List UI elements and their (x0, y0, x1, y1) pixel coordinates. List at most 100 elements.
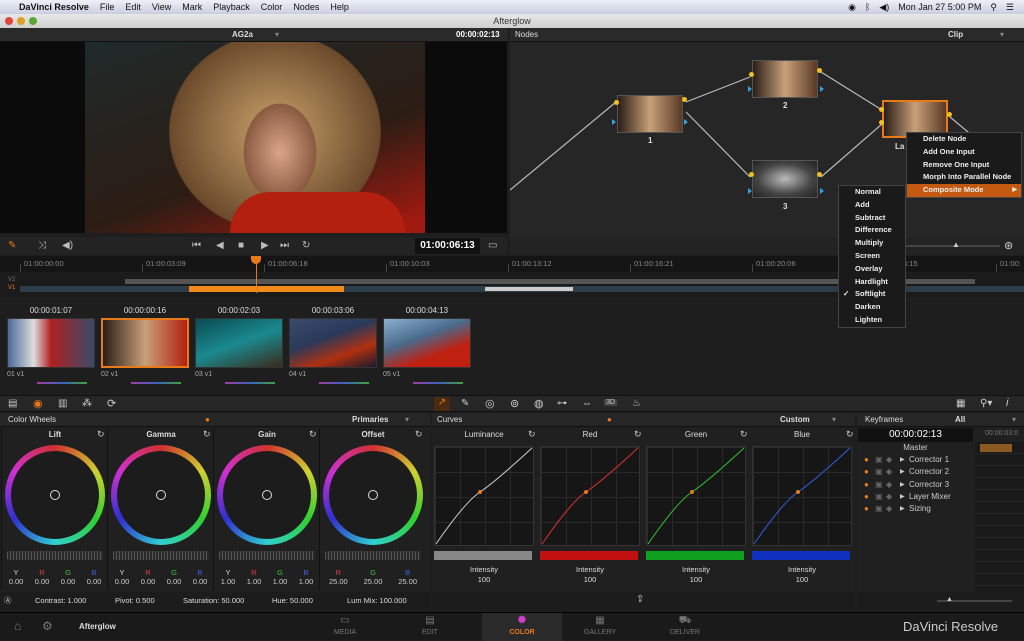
keyframe-row[interactable]: ● ▣ ◆ ▶ Sizing (858, 503, 973, 515)
chevron-down-icon[interactable]: ▾ (1012, 413, 1016, 427)
reset-icon[interactable]: ↻ (740, 429, 748, 440)
wheel-value-b[interactable]: B 0.00 (193, 568, 208, 586)
lock-icon[interactable]: ▣ (875, 479, 883, 491)
composite-mode-item[interactable]: ✓ Softlight (839, 288, 905, 301)
curve-control-point[interactable] (796, 490, 800, 494)
minimize-button[interactable] (17, 17, 25, 25)
composite-mode-item[interactable]: Darken (839, 301, 905, 314)
keyframe-track-area[interactable] (975, 442, 1024, 592)
lock-icon[interactable]: ▣ (875, 503, 883, 515)
curves-icon[interactable]: ↗ (434, 397, 450, 411)
page-indicator-icon[interactable]: ● (205, 413, 210, 427)
wheel-value-r[interactable]: R 0.00 (141, 568, 156, 586)
keyframe-row[interactable]: ● ▣ ◆ ▶ Corrector 1 (858, 454, 973, 466)
chevron-down-icon[interactable]: ▾ (1000, 28, 1004, 42)
pivot-value[interactable]: Pivot: 0.500 (115, 592, 155, 610)
master-wheel-offset[interactable] (325, 551, 421, 560)
composite-mode-item[interactable]: Multiply (839, 237, 905, 250)
node-input[interactable] (749, 72, 754, 77)
wheel-value-g[interactable]: G 1.00 (273, 568, 288, 586)
keyframe-master-row[interactable]: Master (858, 442, 973, 454)
node-zoom-slider[interactable] (900, 245, 1000, 247)
diamond-icon[interactable]: ◆ (886, 503, 892, 515)
master-wheel-gamma[interactable] (113, 551, 209, 560)
chevron-down-icon[interactable]: ▾ (832, 413, 836, 427)
rgb-mixer-icon[interactable]: ▥ (58, 398, 67, 409)
curve-editor-luminance[interactable] (434, 446, 534, 546)
intensity-value[interactable]: 100 (538, 575, 642, 585)
composite-mode-item[interactable]: Hardlight (839, 276, 905, 289)
volume-icon[interactable]: ◀) (62, 237, 73, 255)
keyframe-dot-icon[interactable]: ● (864, 454, 869, 466)
app-menu[interactable]: DaVinci Resolve (19, 2, 89, 12)
composite-mode-item[interactable]: Lighten (839, 314, 905, 327)
intensity-slider[interactable] (646, 551, 744, 560)
curve-control-point[interactable] (478, 490, 482, 494)
node-output[interactable] (817, 172, 822, 177)
curve-control-point[interactable] (584, 490, 588, 494)
keyframe-row[interactable]: ● ▣ ◆ ▶ Layer Mixer (858, 491, 973, 503)
node-key-input[interactable] (748, 86, 752, 92)
node-mode-dropdown[interactable]: Clip (948, 28, 963, 42)
composite-mode-item[interactable]: Difference (839, 224, 905, 237)
color-wheel-gamma[interactable] (111, 445, 211, 545)
key-icon[interactable]: ⊶ (557, 398, 567, 409)
spotlight-icon[interactable]: ⚲ (990, 2, 997, 13)
composite-mode-item[interactable]: Screen (839, 250, 905, 263)
zoom-button[interactable] (29, 17, 37, 25)
master-wheel-lift[interactable] (7, 551, 103, 560)
keyframe-row[interactable]: ● ▣ ◆ ▶ Corrector 2 (858, 466, 973, 478)
contrast-value[interactable]: Contrast: 1.000 (35, 592, 86, 610)
settings-gear-icon[interactable]: ⚙ (42, 619, 53, 633)
wheel-value-b[interactable]: B 25.00 (398, 568, 417, 586)
diamond-icon[interactable]: ◆ (886, 479, 892, 491)
play-button[interactable]: ▶ (261, 237, 269, 255)
color-wheel-lift[interactable] (5, 445, 105, 545)
auto-balance-icon[interactable]: Ⓐ (4, 592, 12, 610)
wheel-value-y[interactable]: Y 0.00 (115, 568, 130, 586)
wheel-crosshair[interactable] (368, 490, 378, 500)
color-wheel-gain[interactable] (217, 445, 317, 545)
lock-icon[interactable]: ▣ (875, 466, 883, 478)
reset-icon[interactable]: ↻ (309, 429, 317, 440)
curve-editor-red[interactable] (540, 446, 640, 546)
node-output[interactable] (947, 112, 952, 117)
selected-clip-bar[interactable] (189, 286, 344, 292)
keyframes-filter-dropdown[interactable]: All (955, 413, 965, 427)
node-input[interactable] (879, 120, 884, 125)
diamond-icon[interactable]: ◆ (886, 491, 892, 503)
node-input[interactable] (749, 172, 754, 177)
keyframe-dot-icon[interactable]: ● (864, 466, 869, 478)
motion-icon[interactable]: ⁂ (82, 398, 92, 409)
keyframe-dot-icon[interactable]: ● (864, 491, 869, 503)
intensity-slider[interactable] (752, 551, 850, 560)
page-tab-gallery[interactable]: ▦ GALLERY (570, 613, 630, 641)
lock-icon[interactable]: ▣ (875, 491, 883, 503)
intensity-slider[interactable] (540, 551, 638, 560)
master-wheel-gain[interactable] (219, 551, 315, 560)
wifi-icon[interactable]: ◉ (848, 2, 856, 13)
wheel-value-r[interactable]: R 1.00 (247, 568, 262, 586)
clip-bar[interactable] (485, 287, 573, 291)
context-menu-item[interactable]: Composite Mode ▶ (907, 184, 1021, 197)
wheel-value-b[interactable]: B 1.00 (299, 568, 314, 586)
keyframe-row[interactable]: ● ▣ ◆ ▶ Corrector 3 (858, 479, 973, 491)
keyframe-dot-icon[interactable]: ● (864, 503, 869, 515)
node-input[interactable] (614, 100, 619, 105)
expand-arrow-icon[interactable]: ▶ (900, 491, 905, 503)
qualifier-icon[interactable]: ✎ (461, 398, 469, 409)
reset-icon[interactable]: ↻ (634, 429, 642, 440)
wheel-value-y[interactable]: Y 0.00 (9, 568, 24, 586)
window-icon[interactable]: ◎ (485, 397, 495, 410)
curves-mode-dropdown[interactable]: Custom (780, 413, 810, 427)
intensity-value[interactable]: 100 (750, 575, 854, 585)
menu-help[interactable]: Help (330, 2, 349, 12)
expand-arrow-icon[interactable]: ▶ (900, 479, 905, 491)
page-tab-edit[interactable]: ▤ EDIT (400, 613, 460, 641)
node-input[interactable] (879, 107, 884, 112)
home-icon[interactable]: ⌂ (14, 619, 21, 633)
viewer-mode-icon[interactable]: ▭ (488, 237, 497, 255)
blur-icon[interactable]: ◍ (534, 397, 544, 410)
diamond-icon[interactable]: ◆ (886, 454, 892, 466)
node-2[interactable] (752, 60, 818, 98)
